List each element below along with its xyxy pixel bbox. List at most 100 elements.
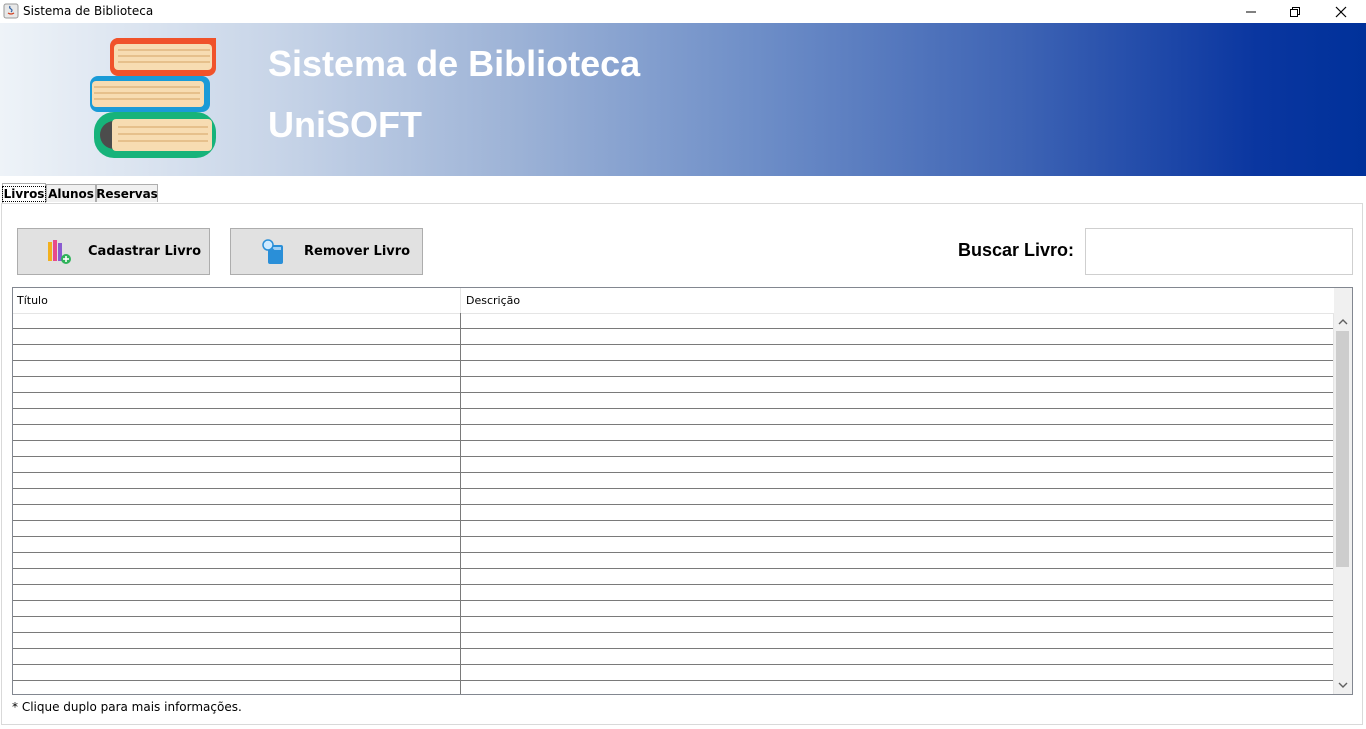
cell-titulo[interactable] (13, 425, 461, 440)
tab-livros[interactable]: Livros (1, 183, 47, 203)
cell-descricao[interactable] (461, 569, 1334, 584)
table-row[interactable] (13, 617, 1334, 633)
cell-descricao[interactable] (461, 409, 1334, 424)
vertical-scrollbar[interactable] (1333, 313, 1352, 694)
table-row[interactable] (13, 457, 1334, 473)
cadastrar-livro-button[interactable]: Cadastrar Livro (17, 228, 210, 275)
table-row[interactable] (13, 665, 1334, 681)
cell-descricao[interactable] (461, 441, 1334, 456)
cell-titulo[interactable] (13, 393, 461, 408)
buscar-livro-label: Buscar Livro: (958, 240, 1075, 260)
table-row[interactable] (13, 505, 1334, 521)
table-row[interactable] (13, 393, 1334, 409)
cell-titulo[interactable] (13, 537, 461, 552)
table-row[interactable] (13, 521, 1334, 537)
cell-titulo[interactable] (13, 313, 461, 328)
cell-descricao[interactable] (461, 425, 1334, 440)
table-row[interactable] (13, 313, 1334, 329)
table-row[interactable] (13, 409, 1334, 425)
cell-titulo[interactable] (13, 441, 461, 456)
cell-descricao[interactable] (461, 585, 1334, 600)
table-row[interactable] (13, 585, 1334, 601)
table-row[interactable] (13, 633, 1334, 649)
tab-alunos-label: Alunos (48, 186, 94, 201)
restore-button[interactable] (1272, 0, 1318, 23)
cell-descricao[interactable] (461, 617, 1334, 632)
buscar-livro-input[interactable] (1085, 228, 1353, 275)
scrollbar-thumb[interactable] (1336, 331, 1349, 567)
cell-descricao[interactable] (461, 681, 1334, 694)
cell-descricao[interactable] (461, 489, 1334, 504)
cell-titulo[interactable] (13, 553, 461, 568)
cell-descricao[interactable] (461, 601, 1334, 616)
double-click-hint: * Clique duplo para mais informações. (12, 700, 242, 714)
cell-descricao[interactable] (461, 665, 1334, 680)
table-row[interactable] (13, 601, 1334, 617)
cell-descricao[interactable] (461, 537, 1334, 552)
column-header-titulo[interactable]: Título (13, 288, 461, 313)
table-row[interactable] (13, 361, 1334, 377)
cell-titulo[interactable] (13, 377, 461, 392)
cell-descricao[interactable] (461, 377, 1334, 392)
window-title: Sistema de Biblioteca (23, 4, 154, 18)
livros-table[interactable]: Título Descrição (12, 287, 1353, 695)
table-row[interactable] (13, 681, 1334, 694)
books-add-icon (48, 240, 71, 264)
cell-descricao[interactable] (461, 521, 1334, 536)
cell-descricao[interactable] (461, 649, 1334, 664)
cell-titulo[interactable] (13, 601, 461, 616)
cell-titulo[interactable] (13, 617, 461, 632)
cell-descricao[interactable] (461, 633, 1334, 648)
cell-descricao[interactable] (461, 313, 1334, 328)
tab-reservas[interactable]: Reservas (96, 184, 158, 202)
cell-descricao[interactable] (461, 473, 1334, 488)
cell-titulo[interactable] (13, 457, 461, 472)
table-row[interactable] (13, 345, 1334, 361)
remover-livro-button[interactable]: Remover Livro (230, 228, 423, 275)
cell-titulo[interactable] (13, 345, 461, 360)
java-app-icon (3, 3, 19, 19)
scroll-down-icon[interactable] (1337, 679, 1349, 691)
minimize-button[interactable] (1228, 0, 1274, 23)
table-row[interactable] (13, 569, 1334, 585)
books-stack-icon (90, 38, 216, 158)
cell-titulo[interactable] (13, 361, 461, 376)
cell-descricao[interactable] (461, 393, 1334, 408)
tab-alunos[interactable]: Alunos (46, 184, 96, 202)
table-row[interactable] (13, 489, 1334, 505)
table-row[interactable] (13, 425, 1334, 441)
table-row[interactable] (13, 649, 1334, 665)
table-body (13, 313, 1334, 694)
table-row[interactable] (13, 329, 1334, 345)
cell-titulo[interactable] (13, 505, 461, 520)
cell-titulo[interactable] (13, 473, 461, 488)
cell-titulo[interactable] (13, 409, 461, 424)
cell-descricao[interactable] (461, 329, 1334, 344)
cell-descricao[interactable] (461, 553, 1334, 568)
table-row[interactable] (13, 537, 1334, 553)
cell-descricao[interactable] (461, 345, 1334, 360)
cell-descricao[interactable] (461, 505, 1334, 520)
cell-titulo[interactable] (13, 633, 461, 648)
cell-titulo[interactable] (13, 329, 461, 344)
header-banner: Sistema de Biblioteca UniSOFT (0, 23, 1366, 176)
close-button[interactable] (1318, 0, 1364, 23)
cell-titulo[interactable] (13, 665, 461, 680)
table-row[interactable] (13, 441, 1334, 457)
cell-descricao[interactable] (461, 361, 1334, 376)
table-row[interactable] (13, 553, 1334, 569)
banner-subtitle: UniSOFT (268, 104, 422, 145)
cell-descricao[interactable] (461, 457, 1334, 472)
cell-titulo[interactable] (13, 585, 461, 600)
minimize-icon (1246, 11, 1256, 12)
cell-titulo[interactable] (13, 681, 461, 694)
table-row[interactable] (13, 473, 1334, 489)
banner-title: Sistema de Biblioteca (268, 43, 641, 84)
cell-titulo[interactable] (13, 489, 461, 504)
cell-titulo[interactable] (13, 649, 461, 664)
column-header-descricao[interactable]: Descrição (462, 288, 1334, 313)
cell-titulo[interactable] (13, 569, 461, 584)
table-row[interactable] (13, 377, 1334, 393)
scroll-up-icon[interactable] (1337, 316, 1349, 328)
cell-titulo[interactable] (13, 521, 461, 536)
